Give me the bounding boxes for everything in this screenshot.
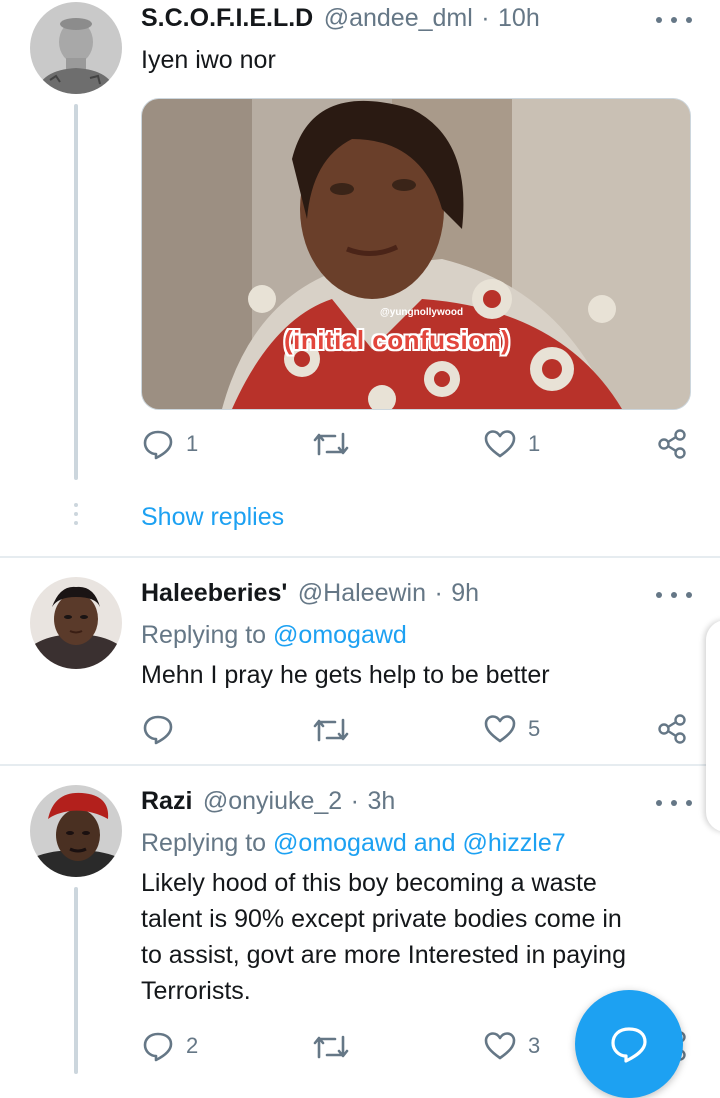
retweet-button[interactable] bbox=[313, 716, 349, 744]
media-watermark: @yungnollywood bbox=[380, 307, 464, 318]
like-count: 3 bbox=[528, 1033, 541, 1058]
mention-link[interactable]: @omogawd bbox=[273, 621, 407, 649]
tweet-header: Razi @onyiuke_2 · 3h bbox=[141, 787, 395, 816]
more-icon[interactable] bbox=[656, 797, 692, 809]
replying-and: and bbox=[413, 829, 456, 857]
retweet-button[interactable] bbox=[313, 430, 349, 458]
divider bbox=[0, 764, 720, 766]
user-handle[interactable]: @Haleewin bbox=[298, 579, 426, 607]
thread-line bbox=[74, 887, 78, 1074]
share-button[interactable] bbox=[656, 713, 688, 745]
mention-link[interactable]: @hizzle7 bbox=[462, 829, 565, 857]
reply-button[interactable]: 2 bbox=[142, 1030, 198, 1062]
share-icon bbox=[658, 429, 686, 459]
separator: · bbox=[481, 4, 490, 32]
tweet-header: Haleeberies' @Haleewin · 9h bbox=[141, 579, 479, 608]
avatar[interactable] bbox=[30, 2, 122, 94]
like-button[interactable]: 5 bbox=[484, 714, 540, 744]
timestamp[interactable]: 9h bbox=[451, 579, 479, 607]
display-name[interactable]: S.C.O.F.I.E.L.D bbox=[141, 4, 313, 32]
like-button[interactable]: 3 bbox=[484, 1031, 540, 1061]
tweet-media[interactable]: @yungnollywood (initial confusion) bbox=[141, 98, 691, 410]
user-handle[interactable]: @andee_dml bbox=[324, 4, 473, 32]
display-name[interactable]: Razi bbox=[141, 787, 192, 815]
reply-count: 1 bbox=[186, 431, 199, 456]
compose-message-button[interactable] bbox=[575, 990, 683, 1098]
display-name[interactable]: Haleeberies' bbox=[141, 579, 287, 607]
divider bbox=[0, 556, 720, 558]
tweet-header: S.C.O.F.I.E.L.D @andee_dml · 10h bbox=[141, 4, 540, 33]
share-icon bbox=[658, 714, 686, 744]
avatar[interactable] bbox=[30, 785, 122, 877]
compose-message-icon bbox=[611, 1027, 647, 1063]
user-handle[interactable]: @onyiuke_2 bbox=[203, 787, 342, 815]
media-caption: (initial confusion) bbox=[284, 325, 511, 355]
reply-button[interactable]: 1 bbox=[142, 428, 198, 460]
timestamp[interactable]: 10h bbox=[498, 4, 540, 32]
tweet-text: Likely hood of this boy becoming a waste… bbox=[141, 865, 626, 1009]
like-count: 5 bbox=[528, 716, 541, 741]
tweet-text-line: talent is 90% except private bodies come… bbox=[141, 905, 622, 933]
thread-line bbox=[74, 104, 78, 480]
retweet-button[interactable] bbox=[313, 1033, 349, 1061]
like-icon bbox=[484, 1032, 516, 1060]
reply-icon bbox=[143, 430, 173, 460]
reply-button[interactable] bbox=[142, 713, 186, 745]
avatar[interactable] bbox=[30, 577, 122, 669]
tweet-text-line: to assist, govt are more Interested in p… bbox=[141, 941, 626, 969]
replying-to: Replying to @omogawd bbox=[141, 617, 407, 653]
reply-icon bbox=[143, 715, 173, 745]
more-icon[interactable] bbox=[656, 589, 692, 601]
mention-link[interactable]: @omogawd bbox=[273, 829, 407, 857]
scroll-handle[interactable] bbox=[706, 620, 720, 832]
tweet-text: Mehn I pray he gets help to be better bbox=[141, 661, 550, 689]
timestamp[interactable]: 3h bbox=[367, 787, 395, 815]
like-count: 1 bbox=[528, 431, 541, 456]
tweet-text: Iyen iwo nor bbox=[141, 46, 276, 74]
thread-dots bbox=[74, 503, 78, 525]
reply-icon bbox=[143, 1032, 173, 1062]
more-icon[interactable] bbox=[656, 14, 692, 26]
like-button[interactable]: 1 bbox=[484, 429, 540, 459]
like-icon bbox=[484, 715, 516, 743]
separator: · bbox=[350, 787, 359, 815]
reply-count: 2 bbox=[186, 1033, 199, 1058]
tweet-text-line: Likely hood of this boy becoming a waste bbox=[141, 869, 597, 897]
show-replies-link[interactable]: Show replies bbox=[141, 503, 284, 532]
share-button[interactable] bbox=[656, 428, 688, 460]
retweet-icon bbox=[313, 432, 349, 456]
tweet-text-line: Terrorists. bbox=[141, 977, 251, 1005]
replying-to: Replying to @omogawd and @hizzle7 bbox=[141, 825, 566, 861]
retweet-icon bbox=[313, 718, 349, 742]
like-icon bbox=[484, 430, 516, 458]
replying-prefix: Replying to bbox=[141, 829, 267, 857]
replying-prefix: Replying to bbox=[141, 621, 267, 649]
retweet-icon bbox=[313, 1035, 349, 1059]
separator: · bbox=[434, 579, 443, 607]
